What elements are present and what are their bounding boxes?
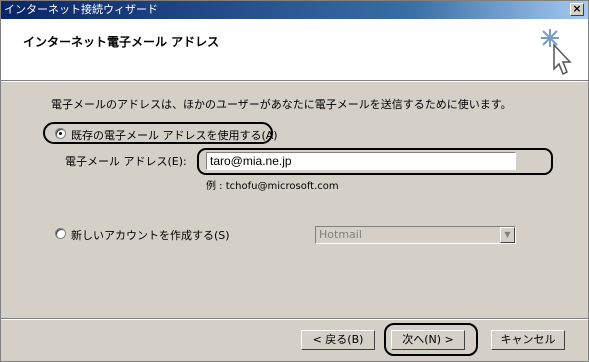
existing-address-radio[interactable] [55,128,66,139]
account-provider-select[interactable]: Hotmail ▼ [315,226,516,244]
wizard-sparkle-cursor-icon [541,29,572,76]
account-provider-value: Hotmail [319,228,362,241]
chevron-down-icon[interactable]: ▼ [500,227,515,243]
header-divider [1,81,588,82]
email-example-text: 例 : tchofu@microsoft.com [206,181,339,192]
new-account-label[interactable]: 新しいアカウントを作成する(S) [71,227,230,243]
title-bar: インターネット接続ウィザード × [1,1,588,19]
existing-address-label[interactable]: 既存の電子メール アドレスを使用する(A) [71,127,278,143]
email-address-label: 電子メール アドレス(E): [65,155,187,168]
wizard-window: インターネット接続ウィザード × インターネット電子メール アドレス 電子メール… [0,0,589,362]
description-text: 電子メールのアドレスは、ほかのユーザーがあなたに電子メールを送信するために使いま… [51,98,512,111]
button-separator [1,318,588,320]
wizard-header: インターネット電子メール アドレス [1,19,588,81]
back-button[interactable]: < 戻る(B) [301,330,375,350]
new-account-radio[interactable] [55,228,66,239]
close-button[interactable]: × [570,3,584,16]
window-title: インターネット接続ウィザード [4,3,158,16]
next-button[interactable]: 次へ(N) > [391,330,465,350]
page-title: インターネット電子メール アドレス [23,35,220,49]
cancel-button[interactable]: キャンセル [491,330,565,350]
email-address-field[interactable]: taro@mia.ne.jp [206,152,516,170]
